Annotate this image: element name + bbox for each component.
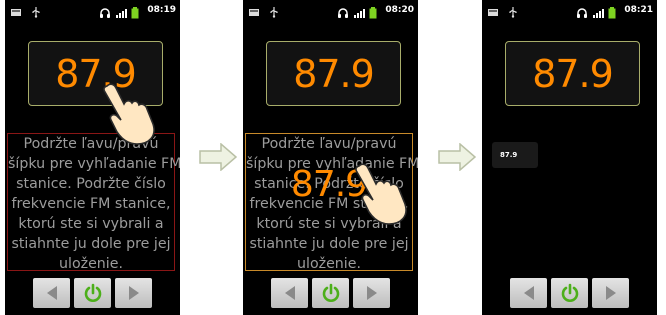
help-line: frekvencie FM stanice, xyxy=(11,196,171,212)
seek-right-icon xyxy=(605,286,616,300)
power-icon xyxy=(84,283,101,302)
seek-left-icon xyxy=(523,286,534,300)
hand-pointer-icon xyxy=(349,160,411,230)
help-line: stiahnte ju dole pre jej xyxy=(11,236,171,252)
next-step-arrow-icon xyxy=(438,142,477,172)
battery-icon xyxy=(608,4,620,19)
control-bar xyxy=(510,278,630,308)
status-bar: 08:20 xyxy=(243,0,418,22)
seek-right-button[interactable] xyxy=(115,278,152,308)
power-icon xyxy=(561,283,578,302)
headphones-icon xyxy=(99,4,111,18)
usb-icon xyxy=(268,3,280,18)
help-line: uloženie. xyxy=(297,256,361,272)
status-bar: 08:21 xyxy=(482,0,657,22)
screenshot-step-3: 08:21 87.9 87.9 xyxy=(482,0,657,315)
power-button[interactable] xyxy=(74,278,111,308)
seek-left-button[interactable] xyxy=(510,278,547,308)
seek-left-button[interactable] xyxy=(271,278,308,308)
frequency-display[interactable]: 87.9 xyxy=(505,41,640,106)
battery-icon xyxy=(131,4,143,19)
help-line: ktorú ste si vybrali a xyxy=(18,216,164,232)
seek-left-button[interactable] xyxy=(33,278,70,308)
frequency-value: 87.9 xyxy=(293,51,375,96)
status-bar: 08:19 xyxy=(5,0,180,22)
usb-icon xyxy=(507,3,519,18)
sd-card-icon xyxy=(248,3,260,16)
help-line: stiahnte ju dole pre jej xyxy=(249,236,409,252)
power-button[interactable] xyxy=(551,278,588,308)
headphones-icon xyxy=(576,4,588,18)
help-text: Podržte ľavu/pravú šípku pre vyhľadanie … xyxy=(8,134,180,274)
hand-pointer-icon xyxy=(97,80,159,150)
signal-icon xyxy=(592,4,605,18)
power-icon xyxy=(322,283,339,302)
status-time: 08:21 xyxy=(624,5,653,15)
seek-right-button[interactable] xyxy=(353,278,390,308)
control-bar xyxy=(33,278,153,308)
help-line: stanice. Podržte číslo xyxy=(16,176,166,192)
next-step-arrow-icon xyxy=(199,142,238,172)
screenshot-step-2: 08:20 87.9 Podržte ľavu/pravú šípku pre … xyxy=(243,0,418,315)
status-time: 08:20 xyxy=(385,5,414,15)
power-button[interactable] xyxy=(312,278,349,308)
seek-right-icon xyxy=(366,286,377,300)
control-bar xyxy=(271,278,391,308)
headphones-icon xyxy=(337,4,349,18)
sd-card-icon xyxy=(10,3,22,16)
seek-left-icon xyxy=(46,286,57,300)
frequency-display[interactable]: 87.9 xyxy=(266,41,401,106)
battery-icon xyxy=(369,4,381,19)
help-line: uloženie. xyxy=(59,256,123,272)
status-time: 08:19 xyxy=(147,5,176,15)
help-panel: Podržte ľavu/pravú šípku pre vyhľadanie … xyxy=(7,133,180,274)
help-line: Podržte ľavu/pravú xyxy=(261,136,397,152)
signal-icon xyxy=(353,4,366,18)
seek-right-button[interactable] xyxy=(592,278,629,308)
signal-icon xyxy=(115,4,128,18)
frequency-value: 87.9 xyxy=(532,51,614,96)
usb-icon xyxy=(30,3,42,18)
screenshot-step-1: 08:19 87.9 Podržte ľavu/pravú šípku pre … xyxy=(5,0,180,315)
sd-card-icon xyxy=(487,3,499,16)
saved-station-button[interactable]: 87.9 xyxy=(492,142,538,168)
seek-left-icon xyxy=(284,286,295,300)
help-line: šípku pre vyhľadanie FM xyxy=(8,156,180,172)
seek-right-icon xyxy=(128,286,139,300)
